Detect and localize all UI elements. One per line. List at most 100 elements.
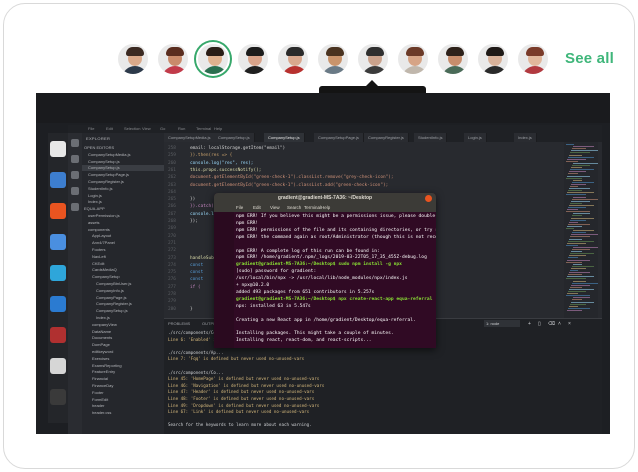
- avatar[interactable]: [436, 42, 470, 76]
- explorer-item[interactable]: Exercises: [82, 356, 164, 362]
- avatar[interactable]: [476, 42, 510, 76]
- document-icon[interactable]: [50, 172, 66, 188]
- explorer-item[interactable]: Financial: [82, 376, 164, 382]
- editor-tab[interactable]: Login.js: [464, 133, 487, 142]
- explorer-item[interactable]: DomPage: [82, 342, 164, 348]
- telegram-icon[interactable]: [50, 265, 66, 281]
- terminal-icon[interactable]: [50, 389, 66, 405]
- editor-tab[interactable]: CompanyRegister.js: [364, 133, 409, 142]
- editor-tab[interactable]: StudentInfo.js: [414, 133, 448, 142]
- chrome-icon[interactable]: [50, 234, 66, 250]
- explorer-item[interactable]: CompanySetup.js: [82, 159, 164, 165]
- editor-tab[interactable]: CompanySetupPage.js: [314, 133, 364, 142]
- explorer-item[interactable]: assets: [82, 220, 164, 226]
- explorer-item[interactable]: Footer: [82, 390, 164, 396]
- explorer-item[interactable]: CompanySetup.js: [82, 165, 164, 172]
- editor-tab[interactable]: Index.js: [514, 133, 537, 142]
- explorer-item[interactable]: CompanySetupPage.js: [82, 172, 164, 178]
- menu-item[interactable]: Edit: [106, 126, 113, 131]
- explorer-item[interactable]: FeatureEntry: [82, 369, 164, 375]
- terminal-menu-item[interactable]: File: [236, 205, 243, 210]
- avatar[interactable]: [516, 42, 550, 76]
- explorer-item[interactable]: CompanyInfo.js: [82, 288, 164, 294]
- avatar[interactable]: [356, 42, 390, 76]
- menu-item[interactable]: Help: [214, 126, 222, 131]
- split-icon[interactable]: ▯: [538, 321, 541, 327]
- close-icon[interactable]: [425, 195, 432, 202]
- explorer-item[interactable]: DataName: [82, 329, 164, 335]
- terminal-menu-item[interactable]: Search: [287, 205, 301, 210]
- explorer-item[interactable]: CompanyRegister.js: [82, 179, 164, 185]
- terminal-menu-item[interactable]: Terminal: [304, 205, 321, 210]
- terminal-menu-item[interactable]: View: [270, 205, 280, 210]
- search-tool-icon[interactable]: [50, 358, 66, 374]
- menu-item[interactable]: View: [142, 126, 151, 131]
- explorer-item[interactable]: Ann4/7Panel: [82, 240, 164, 246]
- menu-item[interactable]: Go: [160, 126, 165, 131]
- terminal-menu-item[interactable]: Edit: [253, 205, 261, 210]
- terminal-menu-item[interactable]: Help: [321, 205, 330, 210]
- source-control-icon[interactable]: [71, 171, 79, 179]
- editor-tab[interactable]: CompanySetup.js: [214, 133, 255, 142]
- explorer-item[interactable]: CompanyBtnUser.js: [82, 281, 164, 287]
- avatar[interactable]: [156, 42, 190, 76]
- extensions-icon[interactable]: [71, 203, 79, 211]
- avatar-hair: [246, 47, 264, 56]
- avatar[interactable]: [316, 42, 350, 76]
- explorer-item[interactable]: Index.js: [82, 315, 164, 321]
- explorer-item[interactable]: CompanyPage.js: [82, 295, 164, 301]
- explorer-item[interactable]: OPEN EDITORS: [82, 145, 164, 151]
- explorer-item[interactable]: header.css: [82, 410, 164, 416]
- trash-icon[interactable]: ⌫: [548, 321, 555, 327]
- explorer-item[interactable]: CompanySetup: [82, 274, 164, 280]
- avatar[interactable]: [196, 42, 230, 76]
- explorer-item[interactable]: companyView: [82, 322, 164, 328]
- explorer-item[interactable]: CKEdit: [82, 261, 164, 267]
- explorer-item[interactable]: Index.js: [82, 199, 164, 205]
- software-center-icon[interactable]: [50, 203, 66, 219]
- explorer-item[interactable]: Footers: [82, 247, 164, 253]
- terminal-select[interactable]: 1: node: [484, 320, 520, 327]
- explorer-item[interactable]: editkeyword: [82, 349, 164, 355]
- explorer-item[interactable]: CompanySetup.js: [82, 308, 164, 314]
- explorer-item[interactable]: AppLayout: [82, 233, 164, 239]
- add-icon[interactable]: +: [528, 321, 531, 327]
- editor-tab[interactable]: CompanySetup.js: [264, 133, 305, 142]
- explorer-item[interactable]: ExamsReporting: [82, 363, 164, 369]
- files-icon[interactable]: [71, 139, 79, 147]
- explorer-item[interactable]: EQUA-APP: [82, 206, 164, 212]
- explorer-item[interactable]: components: [82, 227, 164, 233]
- close-icon[interactable]: ×: [568, 321, 571, 327]
- explorer-item[interactable]: Login.js: [82, 193, 164, 199]
- minimap[interactable]: [564, 142, 598, 318]
- see-all-link[interactable]: See all: [565, 50, 614, 67]
- avatar[interactable]: [236, 42, 270, 76]
- explorer-item[interactable]: CardsMediaQ: [82, 267, 164, 273]
- menu-item[interactable]: Selection: [124, 126, 140, 131]
- editor-tab[interactable]: CompanySetupMedia.js: [164, 133, 216, 142]
- search-icon[interactable]: [71, 155, 79, 163]
- explorer-item[interactable]: NavLeft: [82, 254, 164, 260]
- files-icon[interactable]: [50, 141, 66, 157]
- image-icon[interactable]: [50, 327, 66, 343]
- explorer-item[interactable]: FormEdit: [82, 397, 164, 403]
- explorer-item[interactable]: header: [82, 403, 164, 409]
- chevron-up-icon[interactable]: ˄: [558, 321, 561, 327]
- explorer-item[interactable]: CompanySetupMedia.js: [82, 152, 164, 158]
- terminal-window[interactable]: gradient@gradient-MS-7A36: ~/Desktop Fil…: [214, 193, 436, 348]
- explorer-item[interactable]: Documents: [82, 335, 164, 341]
- panel-tab[interactable]: PROBLEMS: [168, 321, 190, 326]
- explorer-item[interactable]: CompanyRegister.js: [82, 301, 164, 307]
- menu-item[interactable]: Terminal: [196, 126, 211, 131]
- minimap-line: [572, 249, 590, 250]
- menu-item[interactable]: File: [88, 126, 94, 131]
- avatar[interactable]: [116, 42, 150, 76]
- explorer-item[interactable]: FinanceDay: [82, 383, 164, 389]
- menu-item[interactable]: Run: [178, 126, 185, 131]
- explorer-item[interactable]: StudentInfo.js: [82, 186, 164, 192]
- vscode-icon[interactable]: [50, 296, 66, 312]
- debug-icon[interactable]: [71, 187, 79, 195]
- avatar[interactable]: [396, 42, 430, 76]
- explorer-item[interactable]: userPermission.js: [82, 213, 164, 219]
- avatar[interactable]: [276, 42, 310, 76]
